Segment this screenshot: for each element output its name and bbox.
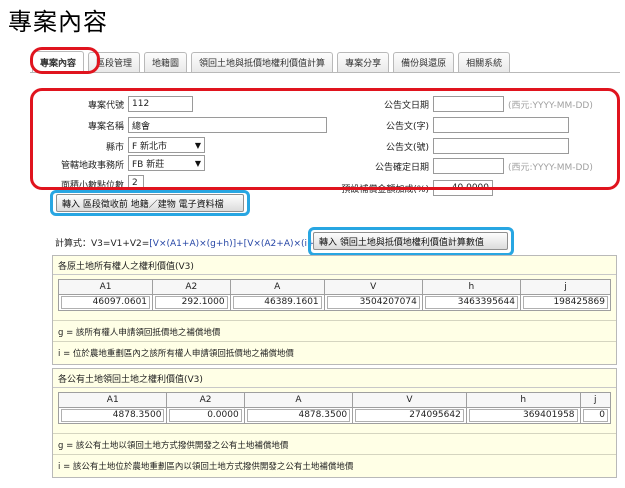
decimal-places-input[interactable] <box>128 175 144 191</box>
chevron-down-icon: ▼ <box>194 158 201 168</box>
tab-related-systems[interactable]: 相關系統 <box>458 52 511 72</box>
value-a-cell[interactable]: 46389.1601 <box>229 294 325 311</box>
project-code-input[interactable] <box>128 96 193 112</box>
value-h-cell[interactable]: 369401958 <box>465 407 581 424</box>
column-header-a: A <box>243 392 354 408</box>
column-header-h: h <box>465 392 581 408</box>
note-g: g = 該公有土地以領回土地方式撥供開發之公有土地補償地價 <box>58 441 289 451</box>
confirm-date-input[interactable] <box>433 158 504 174</box>
decimal-places-label: 面積小數點位數 <box>60 181 124 191</box>
column-header-a1: A1 <box>57 279 154 295</box>
announce-date-label: 公告文日期 <box>383 101 429 111</box>
public-land-rights-table: A1 A2 A V h j 4878.3500 0.0000 4878.3500… <box>57 392 612 424</box>
tab-cadastral-map[interactable]: 地籍圖 <box>144 52 188 72</box>
formula-expression: [V×(A1+A)×(g+h)]+[V×(A2+A)×(i+j)] <box>149 239 325 249</box>
note-i: i = 該公有土地位於農地重劃區內以領回土地方式撥供開發之公有土地補償地價 <box>58 462 354 472</box>
owner-rights-table: A1 A2 A V h j 46097.0601 292.1000 46389.… <box>57 279 612 311</box>
tab-divider <box>30 72 620 73</box>
land-office-select[interactable]: FB 新莊 ▼ <box>128 155 205 171</box>
city-label: 縣市 <box>105 143 124 153</box>
owner-rights-value-panel: 各原土地所有權人之權利價值(V3) A1 A2 A V h j 46097.06… <box>52 255 617 365</box>
owner-rights-panel-title: 各原土地所有權人之權利價值(V3) <box>53 256 616 275</box>
project-name-input[interactable] <box>128 117 327 133</box>
note-g: g = 該所有權人申請領回抵價地之補償地價 <box>58 328 221 338</box>
land-office-label: 管轄地政事務所 <box>60 161 124 171</box>
tab-project-content[interactable]: 專案內容 <box>32 51 85 72</box>
column-header-h: h <box>421 279 521 295</box>
column-header-a2: A2 <box>152 279 231 295</box>
divider <box>53 454 616 455</box>
public-land-panel-title: 各公有土地領回土地之權利價值(V3) <box>53 369 616 388</box>
table-row: 46097.0601 292.1000 46389.1601 350420707… <box>57 294 612 311</box>
tab-backup-restore[interactable]: 備份與還原 <box>393 52 455 72</box>
formula-plain: V3=V1+V2= <box>91 239 150 249</box>
value-v-cell[interactable]: 3504207074 <box>323 294 423 311</box>
value-a2-cell[interactable]: 292.1000 <box>152 294 231 311</box>
announce-word-label: 公告文(字) <box>385 122 429 132</box>
formula-text: 計算式：V3=V1+V2=[V×(A1+A)×(g+h)]+[V×(A2+A)×… <box>55 236 324 249</box>
divider <box>53 433 616 434</box>
column-header-a: A <box>229 279 325 295</box>
confirm-date-format-hint: (西元:YYYY-MM-DD) <box>508 163 593 173</box>
divider <box>53 341 616 342</box>
announce-number-label: 公告文(號) <box>385 143 429 153</box>
column-header-a1: A1 <box>57 392 168 408</box>
value-a1-cell[interactable]: 4878.3500 <box>57 407 168 424</box>
value-v-cell[interactable]: 274095642 <box>352 407 467 424</box>
announce-date-input[interactable] <box>433 96 504 112</box>
formula-prefix: 計算式： <box>55 239 92 249</box>
table-row: 4878.3500 0.0000 4878.3500 274095642 369… <box>57 407 612 424</box>
value-a-cell[interactable]: 4878.3500 <box>243 407 354 424</box>
value-h-cell[interactable]: 3463395644 <box>421 294 521 311</box>
tab-project-sharing[interactable]: 專案分享 <box>337 52 390 72</box>
note-i: i = 位於農地重劃區內之該所有權人申請領回抵價地之補償地價 <box>58 349 294 359</box>
tab-rights-value-calculation[interactable]: 領回土地與抵價地權利價值計算 <box>191 52 334 72</box>
column-header-j: j <box>579 392 612 408</box>
public-land-rights-value-panel: 各公有土地領回土地之權利價值(V3) A1 A2 A V h j 4878.35… <box>52 368 617 478</box>
city-select-value: F 新北市 <box>132 141 168 152</box>
project-name-label: 專案名稱 <box>87 122 124 132</box>
announce-word-input[interactable] <box>433 117 569 133</box>
divider <box>53 320 616 321</box>
land-office-select-value: FB 新莊 <box>132 159 165 170</box>
column-header-j: j <box>519 279 612 295</box>
compensation-rate-input[interactable] <box>433 180 493 196</box>
value-j-cell[interactable]: 198425869 <box>519 294 612 311</box>
value-j-cell[interactable]: 0 <box>579 407 612 424</box>
column-header-v: V <box>323 279 423 295</box>
page-title: 專案內容 <box>8 8 108 36</box>
value-a1-cell[interactable]: 46097.0601 <box>57 294 154 311</box>
confirm-date-label: 公告確定日期 <box>374 163 429 173</box>
compensation-rate-label: 預設補償金額加成(%) <box>341 185 429 195</box>
announce-number-input[interactable] <box>433 138 569 154</box>
import-cadastral-data-button[interactable]: 轉入 區段徵收前 地籍／建物 電子資料檔 <box>56 194 244 212</box>
import-rights-value-button[interactable]: 轉入 領回土地與抵價地權利價值計算數值 <box>313 232 508 250</box>
tab-bar: 專案內容 區段管理 地籍圖 領回土地與抵價地權利價值計算 專案分享 備份與還原 … <box>32 50 511 72</box>
city-select[interactable]: F 新北市 ▼ <box>128 137 205 153</box>
column-header-v: V <box>352 392 467 408</box>
chevron-down-icon: ▼ <box>194 140 201 150</box>
project-code-label: 專案代號 <box>87 101 124 111</box>
column-header-a2: A2 <box>166 392 245 408</box>
announce-date-format-hint: (西元:YYYY-MM-DD) <box>508 101 593 111</box>
tab-section-management[interactable]: 區段管理 <box>88 52 141 72</box>
value-a2-cell[interactable]: 0.0000 <box>166 407 245 424</box>
